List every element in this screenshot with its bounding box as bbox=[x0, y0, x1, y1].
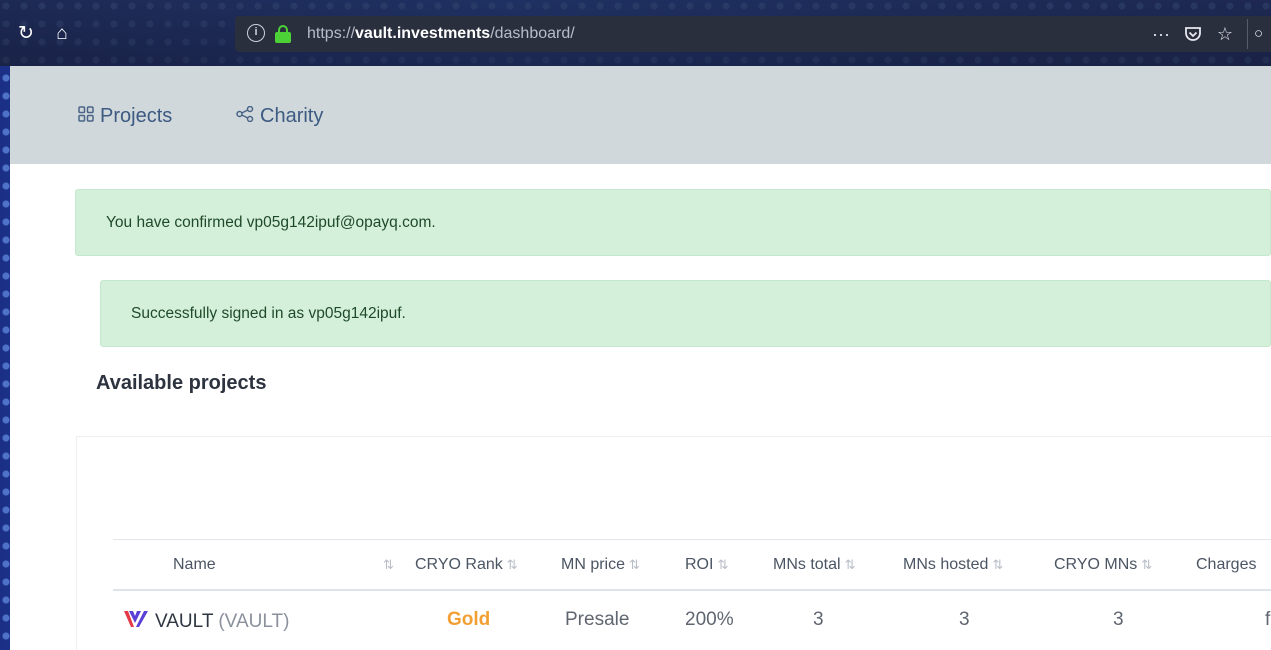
cryo-mns-cell: 3 bbox=[1113, 609, 1124, 630]
url-domain: vault.investments bbox=[355, 25, 491, 42]
sort-icon[interactable]: ⇅ bbox=[379, 556, 394, 574]
vault-logo-icon bbox=[124, 611, 148, 627]
web-page: Projects Charity You have confirmed vp05… bbox=[10, 66, 1271, 650]
th-mns-hosted[interactable]: MNs hosted ⇅ bbox=[903, 556, 1003, 574]
alert-email-confirmed-text: You have confirmed vp05g142ipuf@opayq.co… bbox=[106, 213, 436, 231]
table-header: Name ⇅ CRYO Rank ⇅ MN price ⇅ ROI ⇅ MNs tot… bbox=[113, 539, 1271, 591]
th-charges-label: Charges bbox=[1196, 556, 1257, 573]
mns-hosted-cell: 3 bbox=[959, 609, 970, 630]
th-mn-price[interactable]: MN price ⇅ bbox=[561, 556, 640, 574]
page-actions-icon[interactable]: ··· bbox=[1145, 22, 1177, 46]
nav-charity-label: Charity bbox=[260, 104, 324, 127]
lock-icon[interactable] bbox=[275, 25, 291, 43]
projects-card: Name ⇅ CRYO Rank ⇅ MN price ⇅ ROI ⇅ MNs tot… bbox=[76, 436, 1271, 650]
site-navbar: Projects Charity bbox=[10, 66, 1271, 164]
th-cryo-mns-label: CRYO MNs bbox=[1054, 556, 1138, 573]
nav-projects-label: Projects bbox=[100, 104, 173, 127]
roi-cell: 200% bbox=[685, 609, 734, 630]
section-title: Available projects bbox=[96, 372, 267, 394]
sort-icon: ⇅ bbox=[506, 557, 518, 572]
th-name-label: Name bbox=[173, 556, 216, 573]
th-cryo-rank-label: CRYO Rank bbox=[415, 556, 503, 573]
th-cryo-rank[interactable]: CRYO Rank ⇅ bbox=[415, 556, 518, 574]
th-mns-total-label: MNs total bbox=[773, 556, 841, 573]
nav-charity[interactable]: Charity bbox=[236, 104, 323, 128]
project-name: VAULT bbox=[155, 611, 214, 632]
url-path: /dashboard/ bbox=[490, 25, 575, 42]
sort-icon: ⇅ bbox=[992, 557, 1004, 572]
share-icon bbox=[236, 105, 254, 127]
search-icon[interactable]: ○ bbox=[1247, 19, 1271, 49]
th-name[interactable]: Name bbox=[173, 556, 216, 574]
url-actions: ··· ☆ ○ bbox=[1145, 19, 1271, 49]
table-row[interactable]: VAULT (VAULT) Gold Presale 200% 3 3 3 f bbox=[113, 591, 1271, 650]
url-text[interactable]: https://vault.investments/dashboard/ bbox=[307, 25, 575, 43]
th-mns-hosted-label: MNs hosted bbox=[903, 556, 989, 573]
project-ticker: (VAULT) bbox=[218, 611, 290, 632]
url-scheme: https:// bbox=[307, 25, 356, 42]
sort-icon: ⇅ bbox=[717, 557, 729, 572]
bookmark-star-icon[interactable]: ☆ bbox=[1209, 22, 1241, 46]
th-mns-total[interactable]: MNs total ⇅ bbox=[773, 556, 855, 574]
mns-total-cell: 3 bbox=[813, 609, 824, 630]
th-charges[interactable]: Charges bbox=[1196, 556, 1256, 574]
nav-projects[interactable]: Projects bbox=[78, 104, 172, 128]
site-info-icon[interactable]: i bbox=[247, 24, 265, 42]
th-cryo-mns[interactable]: CRYO MNs ⇅ bbox=[1054, 556, 1152, 574]
browser-toolbar: ↻ ⌂ i https://vault.investments/dashboar… bbox=[0, 0, 1271, 66]
url-bar[interactable]: i https://vault.investments/dashboard/ ·… bbox=[235, 16, 1271, 52]
pocket-icon[interactable] bbox=[1177, 22, 1209, 46]
alert-email-confirmed: You have confirmed vp05g142ipuf@opayq.co… bbox=[75, 189, 1271, 256]
sort-icon: ⇅ bbox=[629, 557, 640, 572]
sort-icon: ⇅ bbox=[1141, 557, 1153, 572]
home-icon[interactable]: ⌂ bbox=[50, 22, 74, 46]
charges-cell: f bbox=[1265, 609, 1271, 630]
th-roi-label: ROI bbox=[685, 556, 714, 573]
th-mn-price-label: MN price bbox=[561, 556, 626, 573]
alert-signed-in-text: Successfully signed in as vp05g142ipuf. bbox=[131, 304, 406, 322]
mn-price-cell: Presale bbox=[565, 609, 630, 630]
sort-icon: ⇅ bbox=[844, 557, 856, 572]
project-name-cell[interactable]: VAULT (VAULT) bbox=[123, 609, 289, 633]
th-roi[interactable]: ROI ⇅ bbox=[685, 556, 728, 574]
grid-icon bbox=[78, 105, 94, 127]
cryo-rank-cell: Gold bbox=[447, 609, 491, 630]
alert-signed-in: Successfully signed in as vp05g142ipuf. bbox=[100, 280, 1271, 347]
reload-icon[interactable]: ↻ bbox=[14, 22, 38, 46]
